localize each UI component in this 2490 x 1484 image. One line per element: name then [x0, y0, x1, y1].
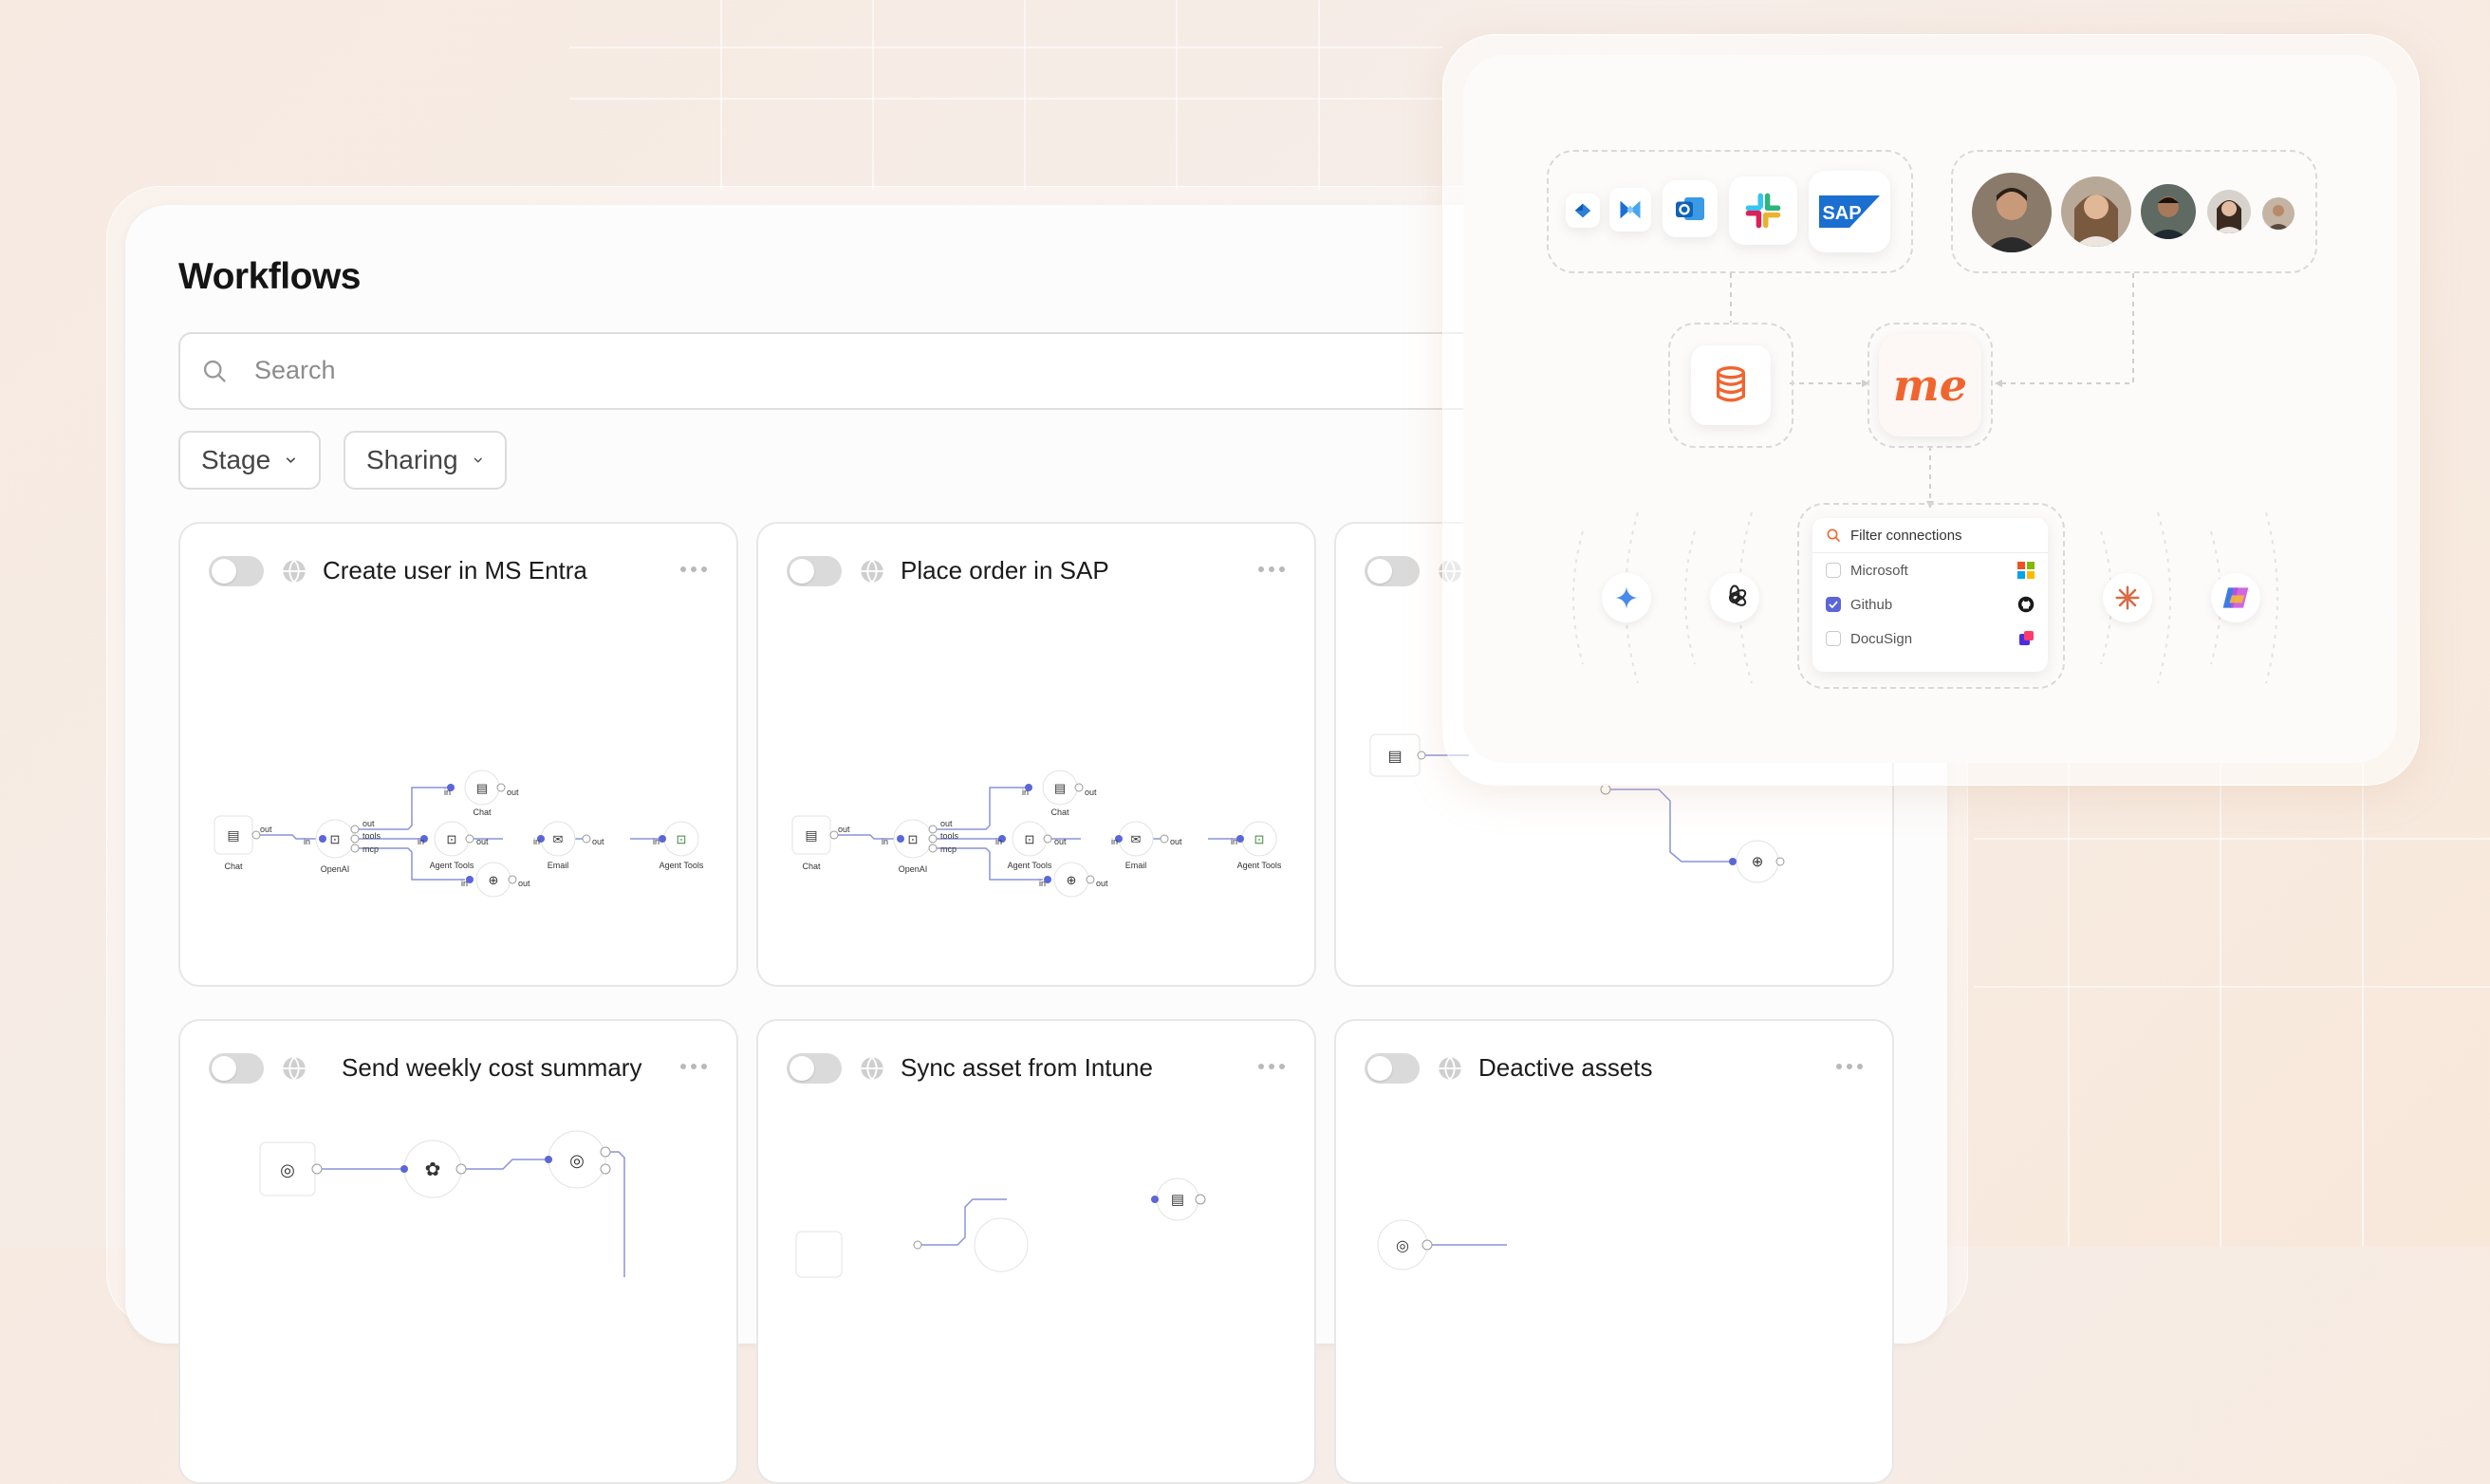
docusign-logo-icon [2019, 631, 2034, 645]
checkbox[interactable] [1826, 563, 1841, 578]
checkbox[interactable] [1826, 631, 1841, 646]
database-icon [1691, 345, 1771, 425]
connection-label: Microsoft [1850, 562, 1908, 579]
avatar [2061, 176, 2131, 247]
copilot-icon [2211, 573, 2260, 622]
connection-item-docusign[interactable]: DocuSign [1812, 621, 2048, 656]
filter-connections-search[interactable]: Filter connections [1812, 518, 2048, 553]
filter-connections-placeholder: Filter connections [1850, 527, 1962, 544]
avatar [1972, 173, 2052, 252]
me-logo-text: me [1893, 360, 1967, 411]
connection-item-github[interactable]: Github [1812, 587, 2048, 621]
microsoft-entra-icon [1609, 188, 1651, 232]
claude-icon [2103, 573, 2152, 622]
connection-item-microsoft[interactable]: Microsoft [1812, 553, 2048, 587]
sap-label: SAP [1822, 203, 1861, 224]
search-icon [1827, 529, 1840, 542]
sap-icon: SAP [1809, 171, 1890, 252]
microsoft-logo-icon [2017, 562, 2035, 579]
gemini-icon [1602, 573, 1651, 622]
avatar [2141, 184, 2196, 239]
filter-connections-panel: Filter connections Microsoft Github Docu… [1812, 518, 2048, 672]
me-logo: me [1879, 334, 1981, 436]
connection-label: Github [1850, 596, 1893, 613]
outlook-icon [1663, 180, 1718, 237]
avatar [2207, 190, 2251, 233]
power-automate-icon [1566, 194, 1600, 228]
github-logo-icon [2017, 596, 2035, 613]
avatar [2262, 197, 2295, 230]
checkbox-checked[interactable] [1826, 597, 1841, 612]
connection-label: DocuSign [1850, 630, 1913, 647]
openai-icon [1710, 573, 1759, 622]
slack-icon [1729, 176, 1797, 245]
